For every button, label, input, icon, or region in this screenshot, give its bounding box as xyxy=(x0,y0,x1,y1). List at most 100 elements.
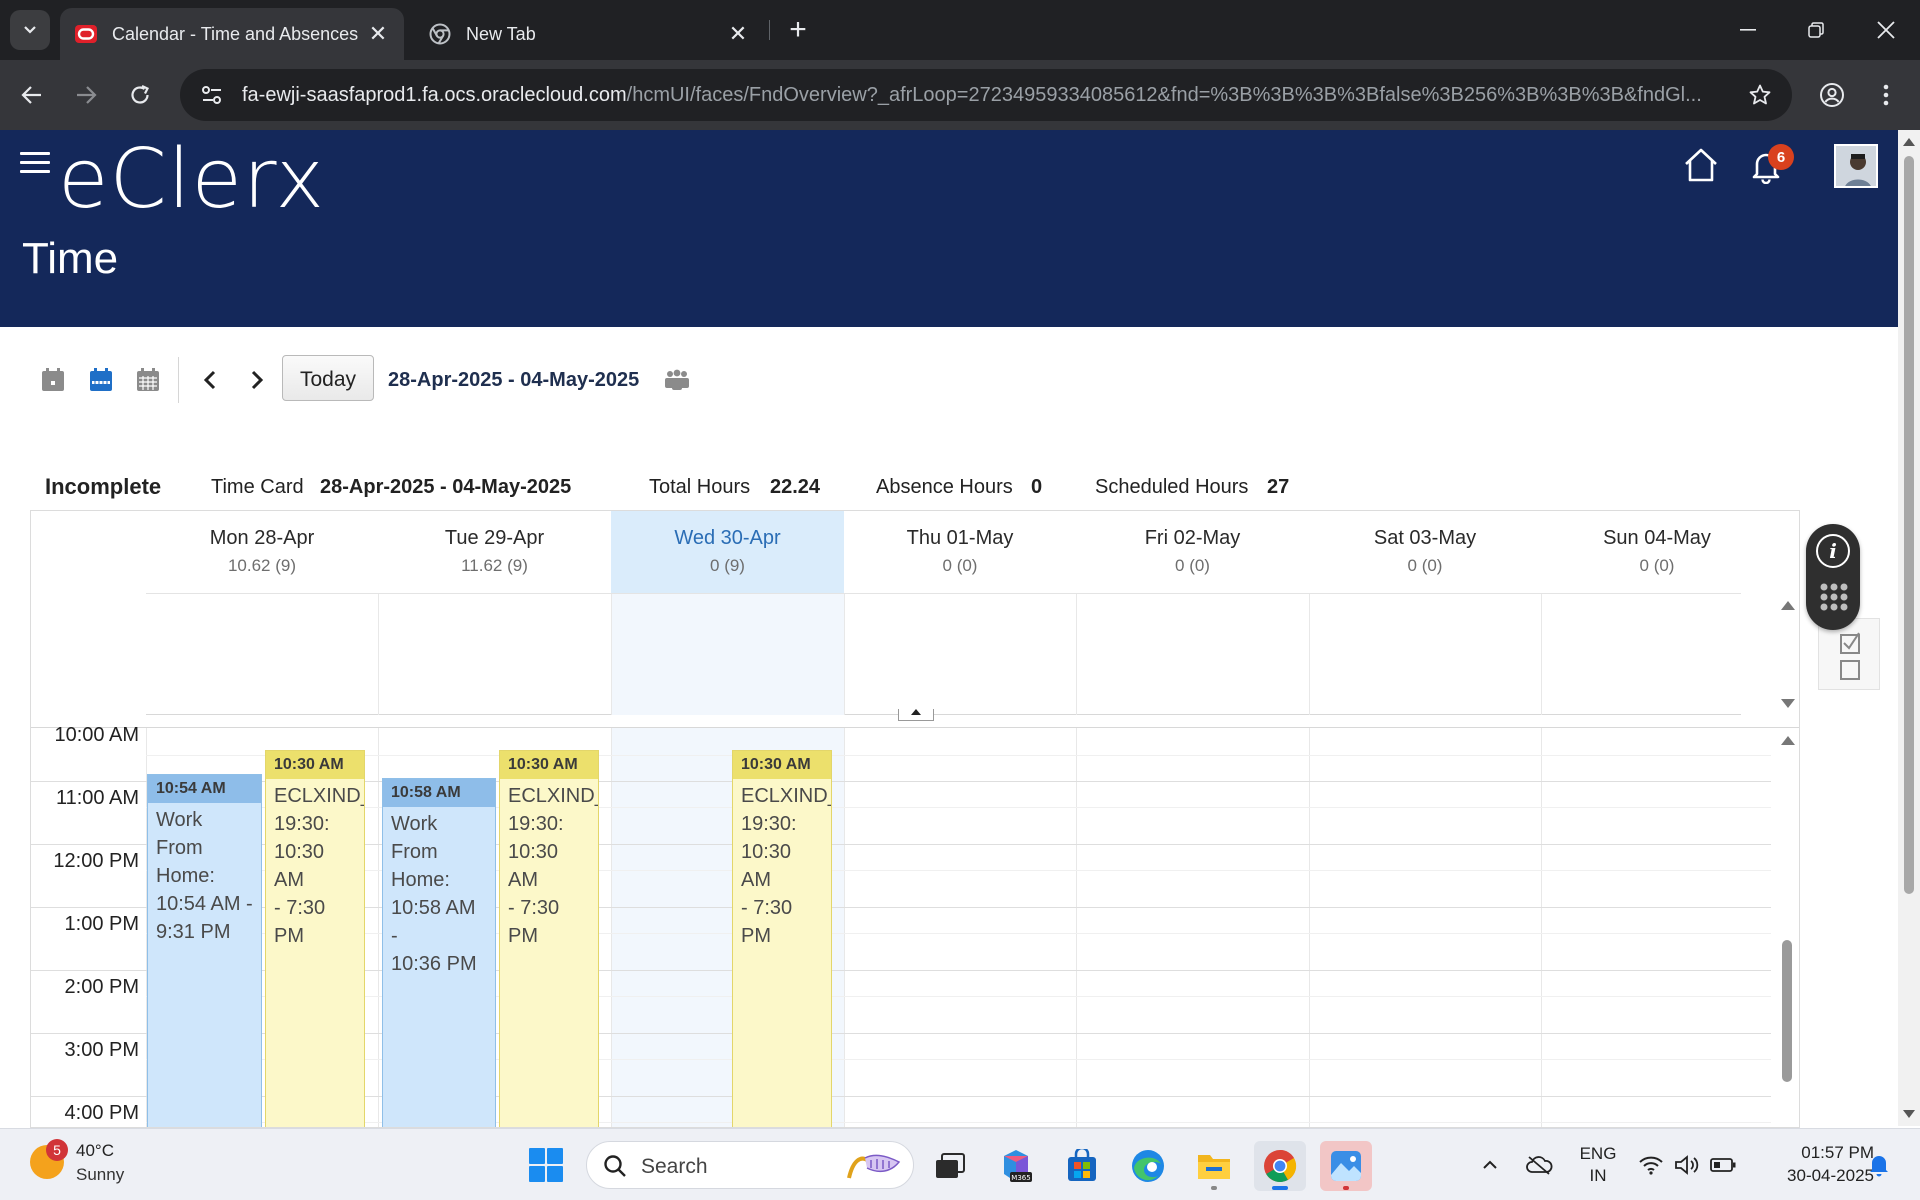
hamburger-menu-icon[interactable] xyxy=(20,152,50,178)
all-day-area[interactable] xyxy=(146,593,1741,715)
work-from-home-event[interactable]: 10:58 AM Work From Home: 10:58 AM - 10:3… xyxy=(382,778,496,1127)
reload-icon[interactable] xyxy=(120,75,160,115)
info-icon[interactable]: i xyxy=(1816,534,1850,568)
microsoft-store-icon[interactable] xyxy=(1056,1141,1108,1191)
weather-description[interactable]: Sunny xyxy=(76,1165,124,1185)
site-settings-icon[interactable] xyxy=(194,77,230,113)
wifi-icon[interactable] xyxy=(1636,1129,1666,1200)
scroll-up-arrow-icon[interactable] xyxy=(1903,138,1915,146)
input-language[interactable]: ENG IN xyxy=(1578,1143,1618,1187)
url-host: fa-ewji-saasfaprod1.fa.ocs.oraclecloud.c… xyxy=(242,83,627,106)
restore-icon[interactable] xyxy=(1786,6,1846,54)
microsoft-365-icon[interactable]: M365 xyxy=(990,1141,1042,1191)
address-bar[interactable]: fa-ewji-saasfaprod1.fa.ocs.oraclecloud.c… xyxy=(180,69,1792,121)
column-divider xyxy=(611,728,612,1127)
tab-new-tab[interactable]: New Tab ✕ xyxy=(414,8,764,60)
day-header-sun[interactable]: Sun 04-May 0 (0) xyxy=(1541,511,1773,593)
scroll-down-arrow-icon[interactable] xyxy=(1903,1110,1915,1118)
week-view-icon[interactable] xyxy=(88,367,114,393)
event-line: - 7:30 PM xyxy=(508,897,560,947)
file-explorer-icon[interactable] xyxy=(1188,1141,1240,1191)
shift-schedule-event[interactable]: 10:30 AM ECLXIND_ 19:30: 10:30 AM - 7:30… xyxy=(265,750,365,1127)
notification-bell-icon[interactable] xyxy=(1864,1129,1894,1200)
photos-app-icon[interactable] xyxy=(1320,1141,1372,1191)
column-divider xyxy=(1541,728,1542,1127)
edge-browser-icon[interactable] xyxy=(1122,1141,1174,1191)
all-day-scroll-up-icon[interactable] xyxy=(1781,601,1795,610)
day-hours: 0 (0) xyxy=(1407,556,1443,575)
forward-arrow-icon[interactable] xyxy=(66,75,106,115)
next-week-chevron-icon[interactable] xyxy=(244,367,270,393)
day-header-fri[interactable]: Fri 02-May 0 (0) xyxy=(1076,511,1309,593)
taskbar-search[interactable]: Search xyxy=(586,1141,914,1189)
close-tab-icon[interactable]: ✕ xyxy=(726,21,750,47)
work-from-home-event[interactable]: 10:54 AM Work From Home: 10:54 AM - 9:31… xyxy=(147,774,262,1127)
apps-grid-icon[interactable] xyxy=(1819,582,1849,612)
chrome-browser-icon[interactable] xyxy=(1254,1141,1306,1191)
calendar-scrollbar-thumb[interactable] xyxy=(1782,940,1792,1082)
time-label: 12:00 PM xyxy=(53,850,139,872)
timed-events-area[interactable]: 10:00 AM 11:00 AM 12:00 PM 1:00 PM 2:00 … xyxy=(31,724,1799,1127)
windows-start-icon[interactable] xyxy=(528,1147,564,1183)
day-header-wed[interactable]: Wed 30-Apr 0 (9) xyxy=(611,511,844,593)
team-people-icon[interactable] xyxy=(664,369,690,391)
day-name: Fri 02-May xyxy=(1144,527,1241,549)
event-line: 10:30 AM xyxy=(741,841,792,891)
event-line: Home: xyxy=(391,869,450,891)
column-divider xyxy=(1309,728,1310,1127)
profile-icon[interactable] xyxy=(1812,75,1852,115)
new-tab-plus-icon[interactable]: + xyxy=(780,12,816,48)
url-text: fa-ewji-saasfaprod1.fa.ocs.oraclecloud.c… xyxy=(242,84,1742,107)
timed-scroll-up-icon[interactable] xyxy=(1781,736,1795,745)
battery-icon[interactable] xyxy=(1708,1129,1738,1200)
time-card-summary: Incomplete Time Card 28-Apr-2025 - 04-Ma… xyxy=(0,470,1898,506)
today-button[interactable]: Today xyxy=(282,355,374,401)
resize-handle-icon[interactable] xyxy=(898,709,934,721)
month-view-icon[interactable] xyxy=(135,367,161,393)
browser-menu-icon[interactable] xyxy=(1866,75,1906,115)
close-window-icon[interactable] xyxy=(1856,6,1916,54)
home-icon[interactable] xyxy=(1682,146,1720,184)
day-header-thu[interactable]: Thu 01-May 0 (0) xyxy=(844,511,1076,593)
show-hidden-icons-chevron-icon[interactable] xyxy=(1476,1129,1504,1200)
day-header-sat[interactable]: Sat 03-May 0 (0) xyxy=(1309,511,1541,593)
bookmark-star-icon[interactable] xyxy=(1744,79,1776,111)
avatar[interactable] xyxy=(1834,144,1878,188)
browser-toolbar: fa-ewji-saasfaprod1.fa.ocs.oraclecloud.c… xyxy=(0,60,1920,130)
region-code: IN xyxy=(1589,1166,1607,1185)
back-arrow-icon[interactable] xyxy=(12,75,52,115)
close-tab-icon[interactable]: ✕ xyxy=(366,21,390,47)
day-header-tue[interactable]: Tue 29-Apr 11.62 (9) xyxy=(378,511,611,593)
event-line: 19:30: xyxy=(508,813,564,835)
time-label: 2:00 PM xyxy=(64,976,139,998)
onedrive-cloud-icon[interactable] xyxy=(1522,1129,1556,1200)
tab-calendar[interactable]: Calendar - Time and Absences ✕ xyxy=(60,8,404,60)
task-view-icon[interactable] xyxy=(924,1141,976,1191)
day-header-mon[interactable]: Mon 28-Apr 10.62 (9) xyxy=(146,511,378,593)
event-line: Work From xyxy=(391,813,438,863)
minimize-icon[interactable] xyxy=(1718,6,1778,54)
all-day-scroll-down-icon[interactable] xyxy=(1781,699,1795,708)
help-floating-button[interactable]: i xyxy=(1806,524,1860,630)
tab-search-button[interactable] xyxy=(10,10,50,50)
shift-schedule-event[interactable]: 10:30 AM ECLXIND_ 19:30: 10:30 AM - 7:30… xyxy=(499,750,599,1127)
event-details: ECLXIND_ 19:30: 10:30 AM - 7:30 PM xyxy=(266,779,364,950)
time-label: 3:00 PM xyxy=(64,1039,139,1061)
weather-temperature[interactable]: 40°C xyxy=(76,1141,114,1161)
page-scrollbar[interactable] xyxy=(1898,130,1920,1126)
system-clock[interactable]: 01:57 PM 30-04-2025 xyxy=(1754,1141,1874,1187)
clock-time: 01:57 PM xyxy=(1801,1143,1874,1162)
event-line: 10:30 AM xyxy=(274,841,325,891)
event-line: - 7:30 PM xyxy=(741,897,793,947)
time-label: 10:00 AM xyxy=(54,724,139,746)
scrollbar-thumb[interactable] xyxy=(1904,156,1914,894)
previous-week-chevron-icon[interactable] xyxy=(197,367,223,393)
day-hours: 0 (0) xyxy=(942,556,978,575)
brand-logo[interactable]: eClerx xyxy=(58,130,325,230)
event-start-time: 10:30 AM xyxy=(733,751,831,779)
shift-schedule-event[interactable]: 10:30 AM ECLXIND_ 19:30: 10:30 AM - 7:30… xyxy=(732,750,832,1127)
day-view-icon[interactable] xyxy=(40,367,66,393)
day-name: Sat 03-May xyxy=(1373,527,1477,549)
volume-icon[interactable] xyxy=(1672,1129,1702,1200)
user-photo-icon xyxy=(1836,146,1876,186)
